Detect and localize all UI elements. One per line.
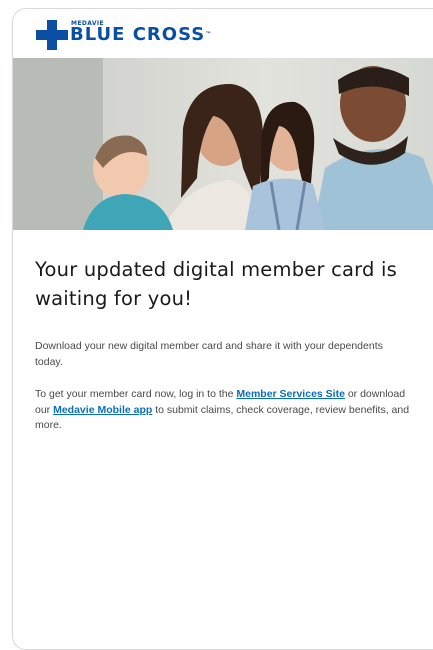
family-photo-illustration [13,58,433,230]
trademark-symbol: ™ [205,31,212,38]
logo-header: MEDAVIE BLUE CROSS™ [13,9,433,58]
member-services-link[interactable]: Member Services Site [236,388,345,400]
cross-icon [36,20,68,50]
instructions-paragraph: To get your member card now, log in to t… [35,387,413,434]
logo-brand-name: BLUE CROSS™ [70,25,211,45]
headline: Your updated digital member card is wait… [35,258,397,310]
family-photo [13,58,433,230]
email-card: MEDAVIE BLUE CROSS™ Your updated digital… [12,8,433,650]
medavie-mobile-app-link[interactable]: Medavie Mobile app [53,404,152,416]
intro-paragraph: Download your new digital member card an… [35,340,383,368]
logo-large-text: BLUE CROSS [70,24,206,45]
instructions-text-1: To get your member card now, log in to t… [35,388,237,400]
